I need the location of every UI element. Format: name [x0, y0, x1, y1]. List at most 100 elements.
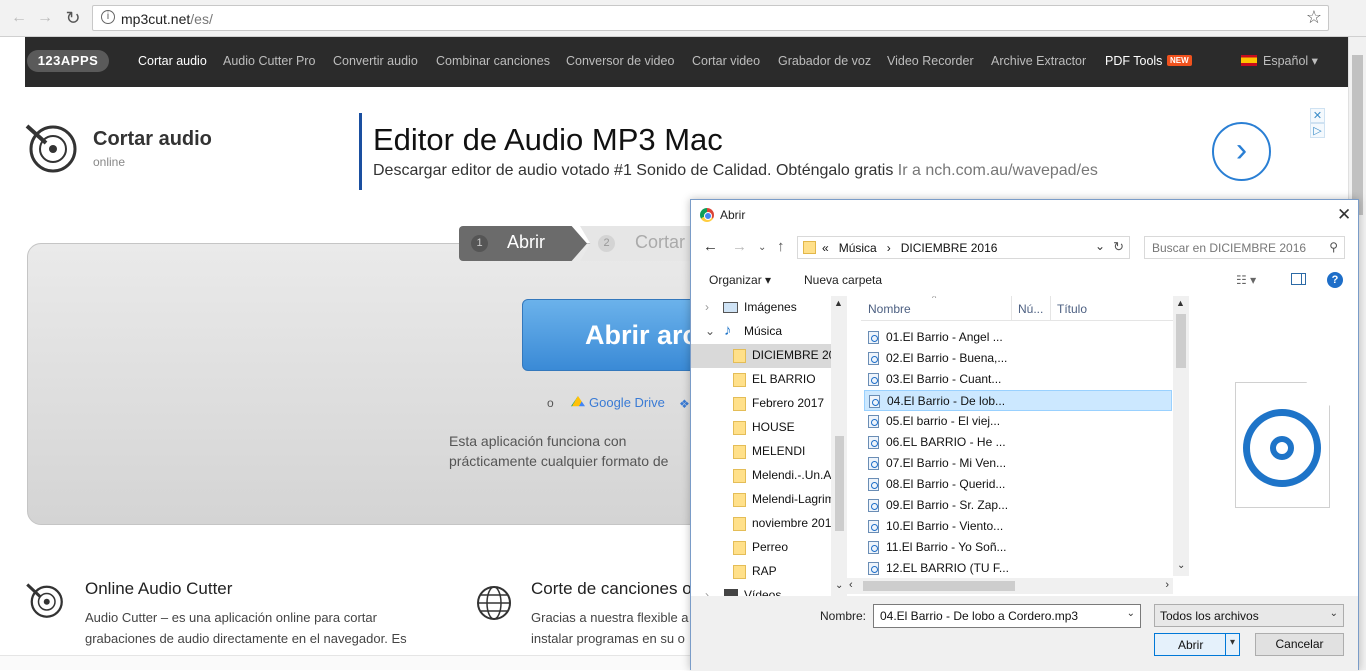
- tree-item-el-barrio[interactable]: EL BARRIO: [691, 368, 831, 392]
- dialog-address-bar[interactable]: « Música › DICIEMBRE 2016 ⌄ ↻: [797, 236, 1130, 259]
- app-title: Cortar audio: [93, 128, 212, 150]
- breadcrumb-overflow[interactable]: «: [822, 241, 829, 255]
- tree-item-melendi[interactable]: MELENDI: [691, 440, 831, 464]
- nav-convertir-audio[interactable]: Convertir audio: [333, 54, 418, 68]
- tree-item-imagenes[interactable]: › Imágenes: [691, 296, 831, 320]
- ad-close-icon[interactable]: ✕: [1310, 108, 1325, 123]
- open-file-dialog: Abrir ✕ ← → ⌄ ↑ « Música › DICIEMBRE 201…: [690, 199, 1359, 671]
- collapse-chevron-icon[interactable]: ⌄: [705, 324, 715, 338]
- new-folder-button[interactable]: Nueva carpeta: [804, 273, 882, 287]
- expand-chevron-icon[interactable]: ›: [705, 300, 709, 314]
- dialog-open-button[interactable]: Abrir ▾: [1154, 633, 1240, 656]
- file-row-selected[interactable]: 04.El Barrio - De lob...: [864, 390, 1172, 411]
- nav-cortar-audio[interactable]: Cortar audio: [138, 54, 207, 68]
- file-row[interactable]: 11.El Barrio - Yo Soñ...: [864, 537, 1172, 558]
- nav-archive-extractor[interactable]: Archive Extractor: [991, 54, 1086, 68]
- tree-item-musica[interactable]: ⌄ ♪ Música: [691, 320, 831, 344]
- tree-item-rap[interactable]: RAP: [691, 560, 831, 584]
- back-arrow-icon[interactable]: ←: [703, 238, 718, 255]
- audio-file-icon: [868, 415, 879, 428]
- feature-title: Corte de canciones o: [531, 579, 691, 598]
- nav-pdf-tools[interactable]: PDF Tools: [1105, 54, 1162, 68]
- recent-chevron-icon[interactable]: ⌄: [758, 242, 766, 253]
- tree-item-melendi-un-alumno[interactable]: Melendi.-.Un.Alumno: [691, 464, 831, 488]
- breadcrumb-musica[interactable]: Música: [839, 241, 877, 255]
- ad-choices-icon[interactable]: ▷: [1310, 123, 1325, 138]
- ad-title[interactable]: Editor de Audio MP3 Mac: [373, 122, 723, 158]
- address-bar[interactable]: i mp3cut.net/es/ ☆: [92, 5, 1329, 31]
- nav-video-recorder[interactable]: Video Recorder: [887, 54, 974, 68]
- forward-button[interactable]: →: [34, 7, 56, 29]
- column-numero[interactable]: Nú...: [1018, 302, 1043, 316]
- file-type-select[interactable]: Todos los archivos ⌄: [1154, 604, 1344, 627]
- reload-button[interactable]: ↻: [62, 7, 84, 29]
- organize-button[interactable]: Organizar ▾: [709, 273, 771, 287]
- scroll-right-icon[interactable]: ›: [1165, 579, 1169, 591]
- language-selector[interactable]: Español ▾: [1241, 53, 1318, 68]
- tree-item-febrero-2017[interactable]: Febrero 2017: [691, 392, 831, 416]
- file-row[interactable]: 08.El Barrio - Querid...: [864, 474, 1172, 495]
- tree-item-noviembre-2016[interactable]: noviembre 2016: [691, 512, 831, 536]
- column-titulo[interactable]: Título: [1057, 302, 1087, 316]
- file-row[interactable]: 06.EL BARRIO - He ...: [864, 432, 1172, 453]
- breadcrumb-diciembre[interactable]: DICIEMBRE 2016: [901, 241, 998, 255]
- folder-icon: [733, 517, 746, 531]
- nav-conversor-video[interactable]: Conversor de video: [566, 54, 674, 68]
- dialog-cancel-button[interactable]: Cancelar: [1255, 633, 1344, 656]
- chevron-down-icon[interactable]: ⌄: [1127, 608, 1135, 619]
- step-number: 2: [598, 235, 615, 252]
- step-label: Abrir: [507, 232, 546, 252]
- tree-item-house[interactable]: HOUSE: [691, 416, 831, 440]
- file-row[interactable]: 09.El Barrio - Sr. Zap...: [864, 495, 1172, 516]
- scroll-up-icon[interactable]: ▲: [834, 298, 843, 308]
- nav-cortar-video[interactable]: Cortar video: [692, 54, 760, 68]
- column-nombre[interactable]: Nombre: [868, 302, 911, 316]
- site-logo[interactable]: 123APPS: [27, 50, 109, 72]
- filename-input[interactable]: 04.El Barrio - De lobo a Cordero.mp3 ⌄: [873, 604, 1141, 628]
- breadcrumb[interactable]: « Música › DICIEMBRE 2016: [822, 241, 997, 255]
- tree-item-melendi-lagrimas[interactable]: Melendi-Lagrimas: [691, 488, 831, 512]
- file-row[interactable]: 03.El Barrio - Cuant...: [864, 369, 1172, 390]
- refresh-icon[interactable]: ↻: [1113, 239, 1124, 255]
- forward-arrow-icon[interactable]: →: [732, 238, 747, 255]
- open-button-label: Abrir: [1178, 638, 1204, 652]
- up-arrow-icon[interactable]: ↑: [777, 238, 785, 255]
- nav-combinar-canciones[interactable]: Combinar canciones: [436, 54, 550, 68]
- tree-item-perreo[interactable]: Perreo: [691, 536, 831, 560]
- tree-scrollbar[interactable]: ▲ ⌄: [831, 296, 847, 596]
- nav-grabador-voz[interactable]: Grabador de voz: [778, 54, 871, 68]
- ad-arrow-button[interactable]: ›: [1212, 122, 1271, 181]
- preview-pane-icon[interactable]: [1291, 273, 1306, 285]
- nav-audio-cutter-pro[interactable]: Audio Cutter Pro: [223, 54, 315, 68]
- file-row[interactable]: 07.El Barrio - Mi Ven...: [864, 453, 1172, 474]
- file-list-scrollbar[interactable]: ▲ ⌄: [1173, 296, 1189, 576]
- file-type-value: Todos los archivos: [1160, 609, 1259, 623]
- file-row[interactable]: 01.El Barrio - Angel ...: [864, 327, 1172, 348]
- scroll-down-icon[interactable]: ⌄: [835, 580, 843, 591]
- file-list-hscrollbar[interactable]: ‹ ›: [847, 578, 1173, 594]
- chevron-down-icon[interactable]: ▾: [1230, 637, 1235, 648]
- file-row[interactable]: 12.EL BARRIO (TU F...: [864, 558, 1172, 579]
- file-row[interactable]: 02.El Barrio - Buena,...: [864, 348, 1172, 369]
- browser-toolbar: ← → ↻ i mp3cut.net/es/ ☆: [0, 0, 1366, 37]
- file-row[interactable]: 10.El Barrio - Viento...: [864, 516, 1172, 537]
- scroll-down-icon[interactable]: ⌄: [1177, 560, 1185, 571]
- file-row[interactable]: 05.El barrio - El viej...: [864, 411, 1172, 432]
- back-button[interactable]: ←: [8, 7, 30, 29]
- tree-item-videos[interactable]: › Vídeos: [691, 584, 831, 596]
- help-icon[interactable]: ?: [1327, 272, 1343, 288]
- star-icon[interactable]: ☆: [1306, 7, 1322, 28]
- view-options-icon[interactable]: ☷ ▾: [1236, 273, 1256, 287]
- scroll-left-icon[interactable]: ‹: [849, 579, 853, 591]
- ad-description[interactable]: Descargar editor de audio votado #1 Soni…: [373, 162, 1098, 180]
- close-icon[interactable]: ✕: [1337, 205, 1351, 225]
- scroll-up-icon[interactable]: ▲: [1176, 298, 1185, 308]
- google-drive-link[interactable]: Google Drive: [571, 395, 665, 410]
- expand-chevron-icon[interactable]: ›: [705, 588, 709, 596]
- new-badge: NEW: [1167, 55, 1192, 66]
- dialog-search-input[interactable]: Buscar en DICIEMBRE 2016 ⚲: [1144, 236, 1345, 259]
- tree-item-diciembre-2016[interactable]: DICIEMBRE 2016: [691, 344, 831, 368]
- chevron-down-icon[interactable]: ⌄: [1095, 239, 1105, 253]
- sort-ascending-icon: ^: [932, 296, 937, 303]
- audio-file-icon: [868, 436, 879, 449]
